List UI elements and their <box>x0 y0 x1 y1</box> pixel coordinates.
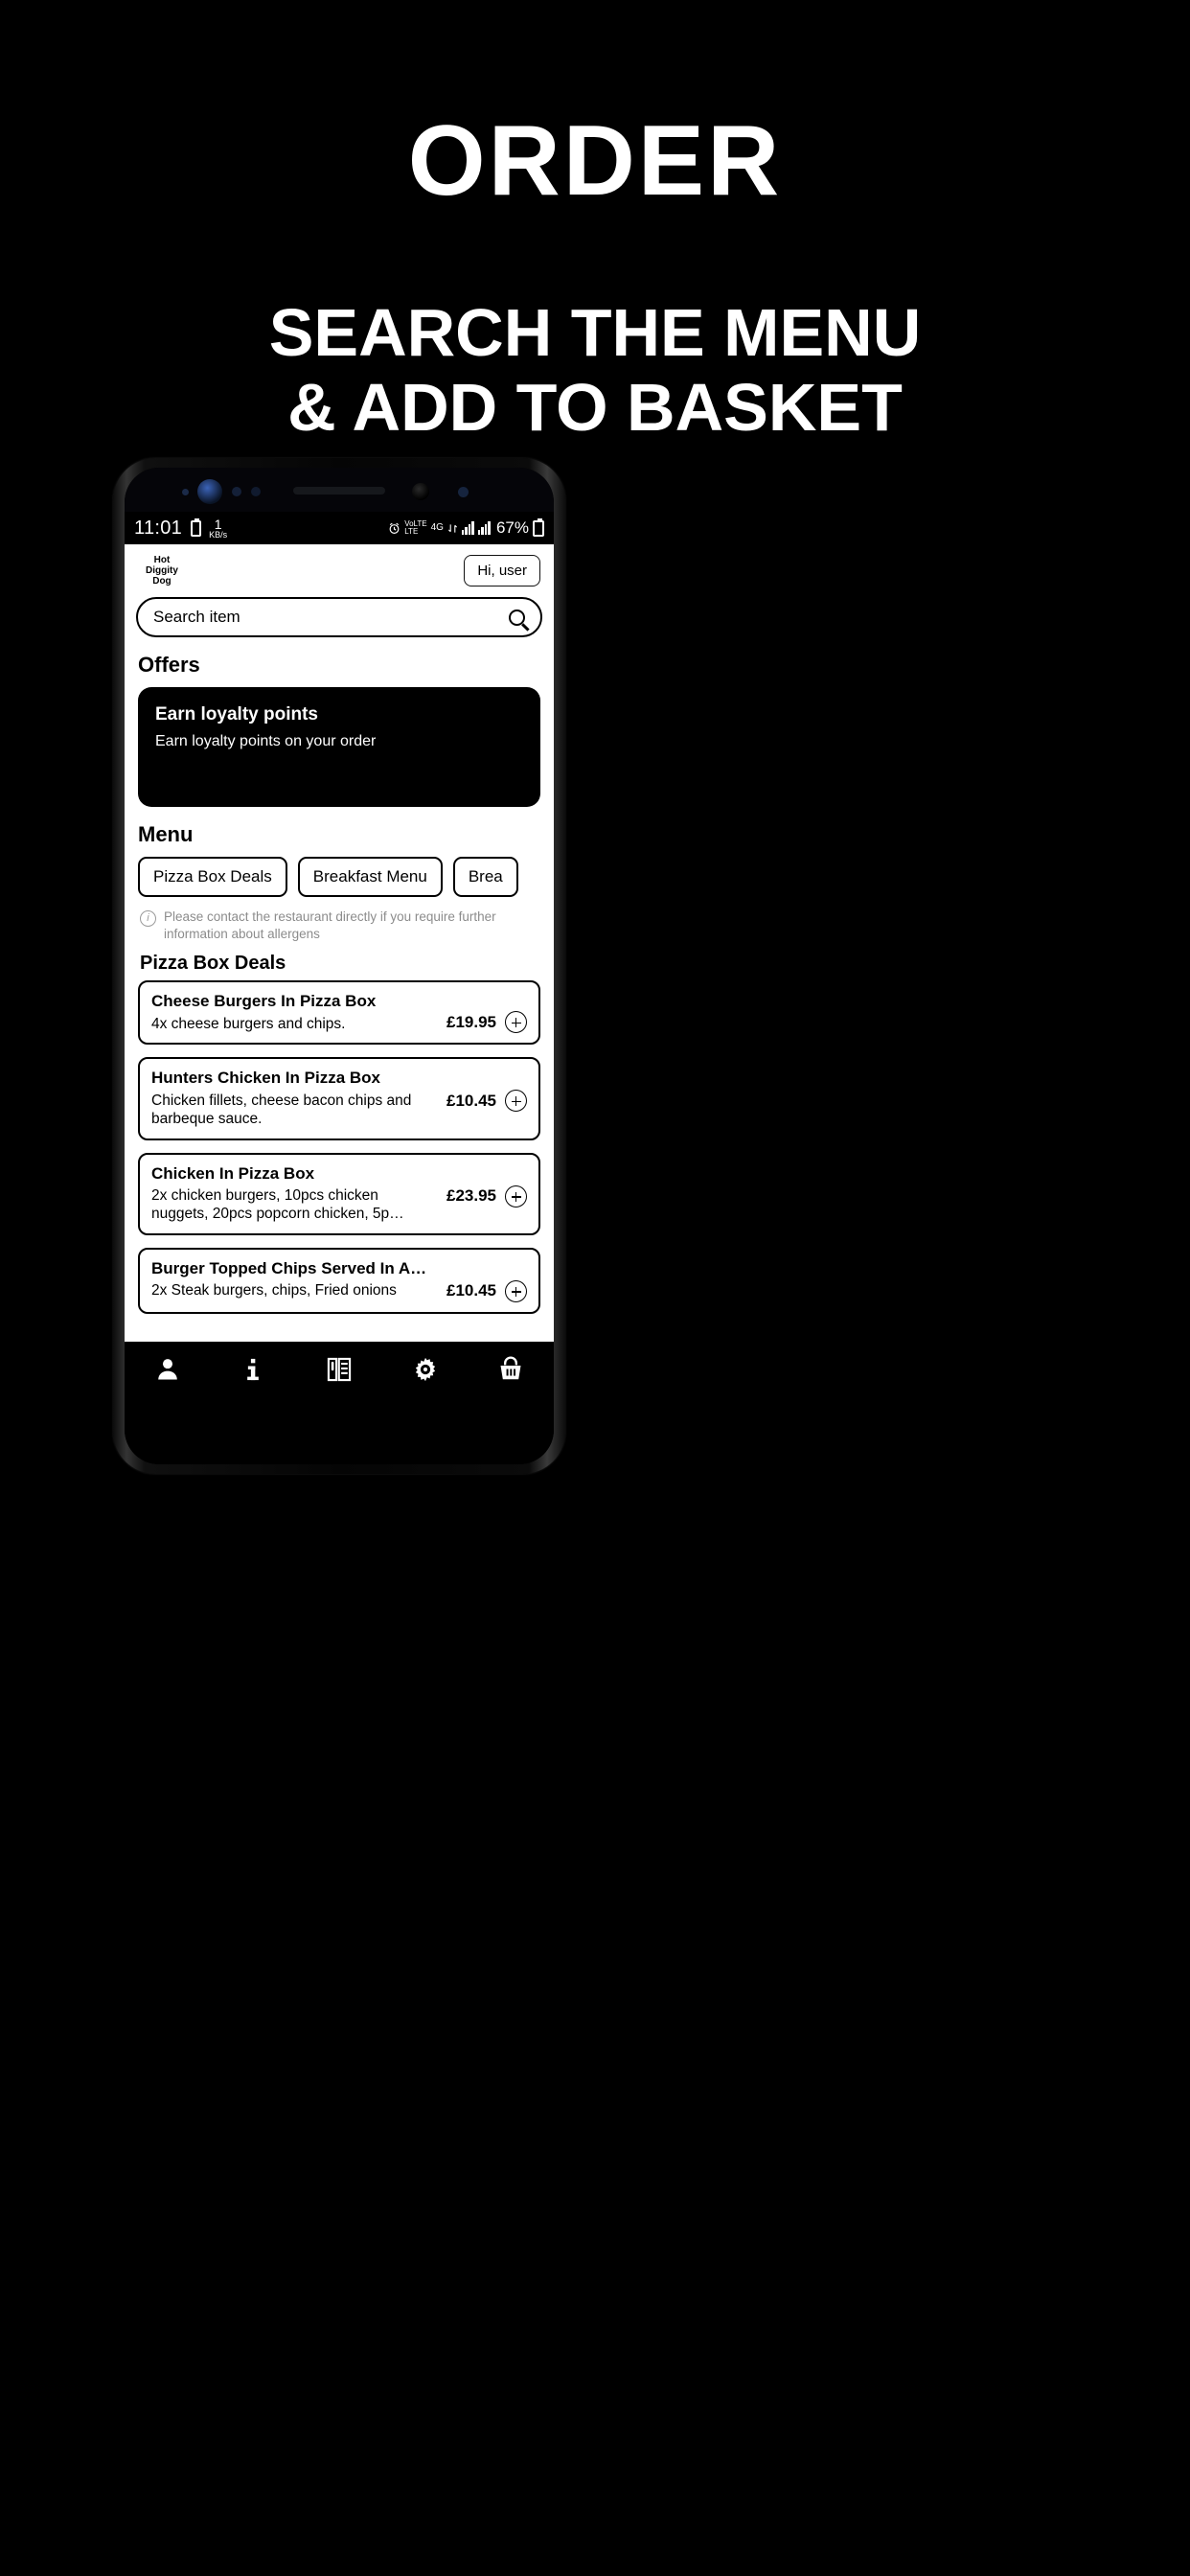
menu-item-card[interactable]: Chicken In Pizza Box 2x chicken burgers,… <box>138 1152 540 1235</box>
menu-item-description: Chicken fillets, cheese bacon chips and … <box>151 1092 412 1128</box>
menu-item-description: 2x chicken burgers, 10pcs chicken nugget… <box>151 1186 404 1223</box>
promo-block: ORDER SEARCH THE MENU & ADD TO BASKET <box>0 0 1190 446</box>
add-item-button[interactable] <box>505 1184 527 1208</box>
sensor-dot-5 <box>458 487 469 497</box>
add-item-button[interactable] <box>505 1011 527 1034</box>
brand-logo-line-1: Hot <box>153 554 171 565</box>
search-bar[interactable] <box>136 597 542 637</box>
phone-device: 11:01 1 KB/s VoLTE LTE 4G 67% Hot Diggit… <box>113 458 565 1474</box>
menu-item-card[interactable]: Hunters Chicken In Pizza Box Chicken fil… <box>138 1057 540 1140</box>
offer-card[interactable]: Earn loyalty points Earn loyalty points … <box>138 687 540 807</box>
info-icon: i <box>140 910 156 927</box>
search-icon[interactable] <box>509 609 525 626</box>
menu-heading: Menu <box>138 822 194 846</box>
sensor-dot-1 <box>182 489 189 495</box>
menu-item-actions: £10.45 <box>446 1069 527 1113</box>
app-header: Hot Diggity Dog Hi, user <box>125 544 554 597</box>
promo-title: ORDER <box>407 105 783 217</box>
brand-logo-line-2: Diggity <box>146 564 178 576</box>
sensor-dot-2 <box>232 487 241 496</box>
phone-screen: 11:01 1 KB/s VoLTE LTE 4G 67% Hot Diggit… <box>125 468 554 1464</box>
app-viewport: Hot Diggity Dog Hi, user Offers Earn loy… <box>125 544 554 1397</box>
category-title: Pizza Box Deals <box>140 953 286 975</box>
menu-item-info: Cheese Burgers In Pizza Box 4x cheese bu… <box>151 992 446 1033</box>
account-button[interactable]: Hi, user <box>464 555 540 586</box>
tab-account[interactable] <box>139 1342 196 1397</box>
network-speed-unit: KB/s <box>209 529 228 540</box>
signal-bars-sim2 <box>477 521 491 535</box>
volte-line-2: LTE <box>404 527 419 536</box>
allergen-notice-text: Please contact the restaurant directly i… <box>164 909 496 942</box>
menu-item-actions: £10.45 <box>446 1259 527 1302</box>
menu-item-info: Hunters Chicken In Pizza Box Chicken fil… <box>151 1069 446 1128</box>
battery-percent: 67% <box>495 518 529 537</box>
menu-item-card[interactable]: Burger Topped Chips Served In A… 2x Stea… <box>138 1247 540 1314</box>
menu-chip-breakfast-menu[interactable]: Breakfast Menu <box>297 857 443 897</box>
sensor-dot-4 <box>412 483 429 500</box>
search-bar-container <box>125 597 554 637</box>
status-icons: VoLTE LTE 4G 67% <box>388 518 544 538</box>
menu-item-description: 4x cheese burgers and chips. <box>151 1015 346 1032</box>
person-icon <box>157 1359 177 1380</box>
promo-subtitle: SEARCH THE MENU & ADD TO BASKET <box>0 211 1190 446</box>
promo-subtitle-line-1: SEARCH THE MENU <box>268 295 922 370</box>
menu-list-icon <box>327 1357 352 1382</box>
menu-item-price: £23.95 <box>446 1186 496 1206</box>
volte-indicator: VoLTE LTE <box>404 519 426 537</box>
basket-icon <box>500 1356 521 1380</box>
offer-subtitle: Earn loyalty points on your order <box>155 733 377 749</box>
network-type-label: 4G <box>430 521 444 533</box>
menu-item-name: Hunters Chicken In Pizza Box <box>151 1069 380 1088</box>
tab-basket[interactable] <box>482 1342 539 1397</box>
info-letter-icon <box>247 1358 260 1381</box>
status-time: 11:01 <box>134 517 183 539</box>
menu-item-description: 2x Steak burgers, chips, Fried onions <box>151 1282 397 1300</box>
add-item-button[interactable] <box>505 1279 527 1302</box>
network-speed-value: 1 <box>214 516 222 532</box>
menu-item-actions: £19.95 <box>446 992 527 1034</box>
menu-item-actions: £23.95 <box>446 1164 527 1208</box>
menu-item-name: Cheese Burgers In Pizza Box <box>151 992 377 1011</box>
menu-item-name: Burger Topped Chips Served In A… <box>151 1258 427 1277</box>
menu-item-info: Burger Topped Chips Served In A… 2x Stea… <box>151 1259 446 1300</box>
phone-bezel-bottom <box>125 1397 554 1464</box>
menu-item-price: £19.95 <box>446 1012 496 1031</box>
allergen-notice: i Please contact the restaurant directly… <box>125 897 554 945</box>
earpiece-speaker <box>293 487 385 494</box>
menu-item-price: £10.45 <box>446 1281 496 1300</box>
bottom-tab-bar[interactable] <box>125 1342 554 1397</box>
phone-bezel-top <box>125 468 554 512</box>
signal-bars-sim1 <box>461 521 474 535</box>
brand-logo-line-3: Dog <box>152 576 172 587</box>
network-type: 4G <box>430 521 444 534</box>
tab-menu[interactable] <box>310 1342 368 1397</box>
menu-item-info: Chicken In Pizza Box 2x chicken burgers,… <box>151 1164 446 1224</box>
offers-heading: Offers <box>138 653 200 677</box>
gear-icon <box>415 1357 435 1382</box>
menu-item-card[interactable]: Cheese Burgers In Pizza Box 4x cheese bu… <box>138 980 540 1046</box>
promo-subtitle-line-2: & ADD TO BASKET <box>287 370 903 446</box>
status-bar: 11:01 1 KB/s VoLTE LTE 4G 67% <box>125 512 554 544</box>
menu-chip-pizza-box-deals[interactable]: Pizza Box Deals <box>138 857 287 897</box>
tab-info[interactable] <box>224 1342 282 1397</box>
data-transfer-icon <box>447 523 457 533</box>
sensor-dot-3 <box>251 487 261 496</box>
battery-level-icon <box>533 518 544 537</box>
menu-item-price: £10.45 <box>446 1091 496 1110</box>
network-speed: 1 KB/s <box>209 518 227 540</box>
alarm-icon <box>389 522 400 534</box>
menu-category-chips[interactable]: Pizza Box Deals Breakfast Menu Brea <box>125 857 554 897</box>
battery-icon <box>191 518 202 537</box>
screenshot-root: ORDER SEARCH THE MENU & ADD TO BASKET 11… <box>0 0 1190 2576</box>
brand-logo: Hot Diggity Dog <box>146 555 178 587</box>
offer-title: Earn loyalty points <box>155 704 318 724</box>
menu-item-name: Chicken In Pizza Box <box>151 1163 315 1183</box>
tab-settings[interactable] <box>397 1342 454 1397</box>
search-input[interactable] <box>153 608 509 627</box>
add-item-button[interactable] <box>505 1090 527 1113</box>
menu-chip-breakfast-partial[interactable]: Brea <box>452 857 518 897</box>
front-camera <box>197 479 222 504</box>
